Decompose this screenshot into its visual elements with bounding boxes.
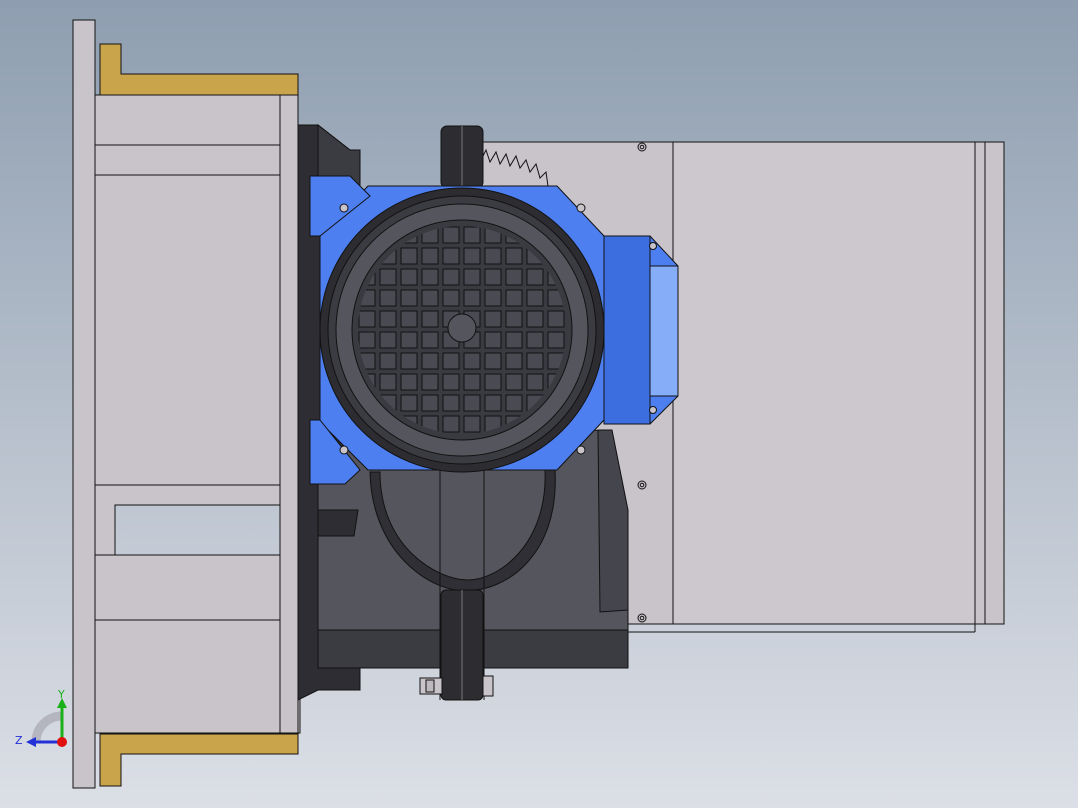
fan-grille-cell [400,247,418,265]
clamp-bolt-right [482,675,494,697]
axis-z-label: Z [15,734,23,747]
fan-grille-cell [505,394,523,412]
fan-grille-cell [505,289,523,307]
fan-grille-cell [463,247,481,265]
fan-grille-cell [505,247,523,265]
fan-grille-cell [463,373,481,391]
fan-grille-cell [442,415,460,433]
fan-grille-cell [505,352,523,370]
fan-grille-cell [358,331,376,349]
fan-grille-cell [421,289,439,307]
inner-box [94,174,289,486]
fan-grille-cell [526,352,544,370]
fan-grille-cell [547,310,565,328]
fan-grille-cell [400,289,418,307]
fan-grille-cell [526,268,544,286]
fan-grille-cell [484,394,502,412]
fan-grille-cell [442,394,460,412]
fan-grille-cell [442,268,460,286]
fan-grille-cell [400,268,418,286]
fan-grille-cell [421,373,439,391]
fan-hub [447,313,477,343]
fan-grille-cell [358,310,376,328]
upper-plate[interactable] [94,94,281,146]
fan-grille-cell [400,352,418,370]
fan-grille-cell [484,310,502,328]
fan-grille-cell [442,352,460,370]
fan-grille-cell [379,331,397,349]
flange-screw [576,445,586,455]
fan-grille-cell [526,289,544,307]
fan-grille-cell [400,394,418,412]
fan-grille-cell [379,268,397,286]
fan-grille-cell [526,310,544,328]
fan-grille-cell [442,289,460,307]
fan-grille-cell [421,352,439,370]
fan-grille-cell [421,268,439,286]
model-canvas[interactable]: Y Z [0,0,1078,808]
fan-grille-cell [463,226,481,244]
fan-grille-cell [379,352,397,370]
frame-bolt [637,613,647,623]
fan-grille-cell [463,394,481,412]
fan-grille-cell [484,373,502,391]
fan-grille-cell [463,268,481,286]
fan-grille-cell [547,331,565,349]
motor-fan-cover[interactable] [319,187,605,473]
fan-grille-cell [484,268,502,286]
fan-grille-cell [400,331,418,349]
fan-grille-cell [526,331,544,349]
fan-grille-cell [505,373,523,391]
fan-grille-cell [484,352,502,370]
fan-grille-cell [379,289,397,307]
cad-viewport[interactable]: Y Z [0,0,1078,808]
fan-grille-cell [421,394,439,412]
left-mounting-plate[interactable] [72,19,96,789]
flange-screw [339,203,349,213]
fan-grille-cell [400,310,418,328]
fan-grille-cell [484,331,502,349]
fan-grille-cell [442,226,460,244]
axis-y-label: Y [57,688,65,701]
frame-bolt [637,142,647,152]
flange-screw [576,203,586,213]
fan-grille-cell [442,373,460,391]
fan-grille-cell [505,310,523,328]
fan-grille-cell [463,415,481,433]
fan-grille-cell [526,373,544,391]
gearbox-tab [317,509,359,537]
fan-grille-cell [379,310,397,328]
fan-grille-cell [484,289,502,307]
fan-grille-cell [505,268,523,286]
fan-grille-cell [379,373,397,391]
vertical-rail[interactable] [279,94,299,734]
fan-grille-cell [484,247,502,265]
fan-grille-cell [505,331,523,349]
frame-bolt [637,480,647,490]
fan-grille-cell [463,289,481,307]
fan-grille-cell [421,331,439,349]
fan-grille-cell [421,310,439,328]
fan-grille-cell [400,373,418,391]
axis-origin-icon [57,737,67,747]
terminal-box[interactable] [603,235,679,425]
lower-plate[interactable] [94,554,301,734]
fan-grille-cell [421,247,439,265]
fan-grille-cell [442,247,460,265]
flange-screw [339,445,349,455]
fan-grille-cell [463,352,481,370]
